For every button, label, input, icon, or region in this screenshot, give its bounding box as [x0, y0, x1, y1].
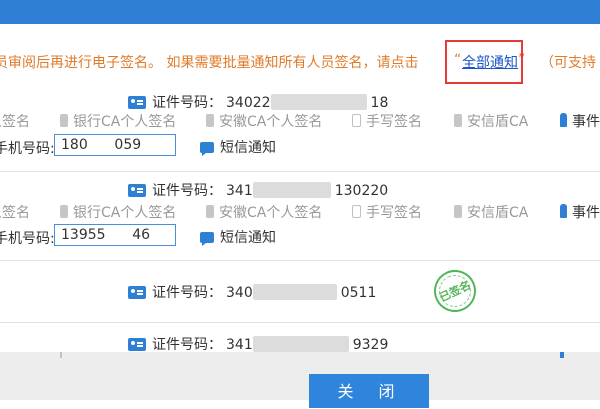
lock-icon [454, 205, 462, 218]
id-prefix: 340 [226, 285, 253, 301]
id-prefix: 341 [226, 183, 253, 199]
sms-notify-button[interactable]: 短信通知 [200, 137, 276, 157]
redacted-block [270, 94, 367, 110]
id-label: 证件号码： [152, 285, 222, 301]
lock-icon [60, 114, 68, 127]
phone-line: 手机号码: 短信通知 [0, 224, 276, 248]
option-anhui-ca[interactable]: 安徽CA个人签名 [206, 111, 322, 131]
dialog-footer: 关 闭 [0, 352, 600, 408]
row-divider [0, 260, 600, 261]
phone-label: 手机号码: [0, 141, 55, 157]
option-personal-sign[interactable]: 人签名 [0, 111, 30, 131]
id-card-icon [128, 338, 146, 351]
notice-text-tail: （可支持 [540, 55, 596, 71]
id-label: 证件号码： [152, 337, 222, 353]
phone-line: 手机号码: 短信通知 [0, 134, 276, 158]
notice-text: 员审阅后再进行电子签名。 如果需要批量通知所有人员签名，请点击 [0, 55, 419, 71]
option-anxindun-ca[interactable]: 安信盾CA [454, 111, 528, 131]
lock-icon [206, 114, 214, 127]
signer-row: 证件号码：341 130220 人签名 银行CA个人签名 安徽CA个人签名 手写签… [0, 172, 600, 258]
id-prefix: 34022 [226, 95, 271, 111]
dialog-header-bar [0, 0, 600, 24]
id-card-icon [128, 96, 146, 109]
id-number-line: 证件号码： 340 0511 [128, 282, 376, 302]
phone-input[interactable] [54, 134, 176, 156]
id-suffix: 9329 [352, 337, 389, 353]
tablet-icon [352, 114, 361, 127]
lock-icon [60, 205, 68, 218]
option-anxindun-ca[interactable]: 安信盾CA [454, 202, 528, 222]
close-button[interactable]: 关 闭 [309, 374, 429, 408]
option-personal-sign[interactable]: 人签名 [0, 202, 30, 222]
usb-key-icon [560, 204, 567, 218]
option-event[interactable]: 事件 [560, 202, 600, 222]
lock-icon [206, 205, 214, 218]
id-number-line: 证件号码： 34022 18 [128, 92, 388, 112]
scroll-hint [560, 352, 564, 358]
signer-row: 证件号码： 340 0511 已签名 [0, 262, 600, 322]
id-suffix: 130220 [334, 183, 389, 199]
id-number-line: 证件号码： 341 9329 [128, 334, 388, 354]
phone-label: 手机号码: [0, 231, 55, 247]
signer-row: 证件号码：3402218 人签名 银行CA个人签名 安徽CA个人签名 手写签名 … [0, 86, 600, 170]
redacted-block [252, 284, 337, 300]
signed-stamp: 已签名 [427, 263, 483, 319]
id-suffix: 18 [370, 95, 389, 111]
sms-notify-button[interactable]: 短信通知 [200, 227, 276, 247]
id-suffix: 0511 [340, 285, 377, 301]
row-divider [0, 322, 600, 323]
id-label: 证件号码： [152, 95, 222, 111]
highlight-box [445, 40, 523, 84]
option-event[interactable]: 事件 [560, 111, 600, 131]
option-anhui-ca[interactable]: 安徽CA个人签名 [206, 202, 322, 222]
chat-icon [200, 232, 214, 246]
option-bank-ca[interactable]: 银行CA个人签名 [60, 202, 176, 222]
id-card-icon [128, 184, 146, 197]
id-card-icon [128, 286, 146, 299]
option-handwriting[interactable]: 手写签名 [352, 202, 422, 222]
lock-icon [454, 114, 462, 127]
id-prefix: 341 [226, 337, 253, 353]
id-number-line: 证件号码： 341 130220 [128, 180, 388, 200]
option-bank-ca[interactable]: 银行CA个人签名 [60, 111, 176, 131]
option-handwriting[interactable]: 手写签名 [352, 111, 422, 131]
redacted-block [252, 182, 331, 198]
scroll-hint [60, 352, 62, 358]
redacted-block [252, 336, 349, 352]
id-label: 证件号码： [152, 183, 222, 199]
phone-input[interactable] [54, 224, 176, 246]
tablet-icon [352, 205, 361, 218]
usb-key-icon [560, 113, 567, 127]
chat-icon [200, 142, 214, 156]
